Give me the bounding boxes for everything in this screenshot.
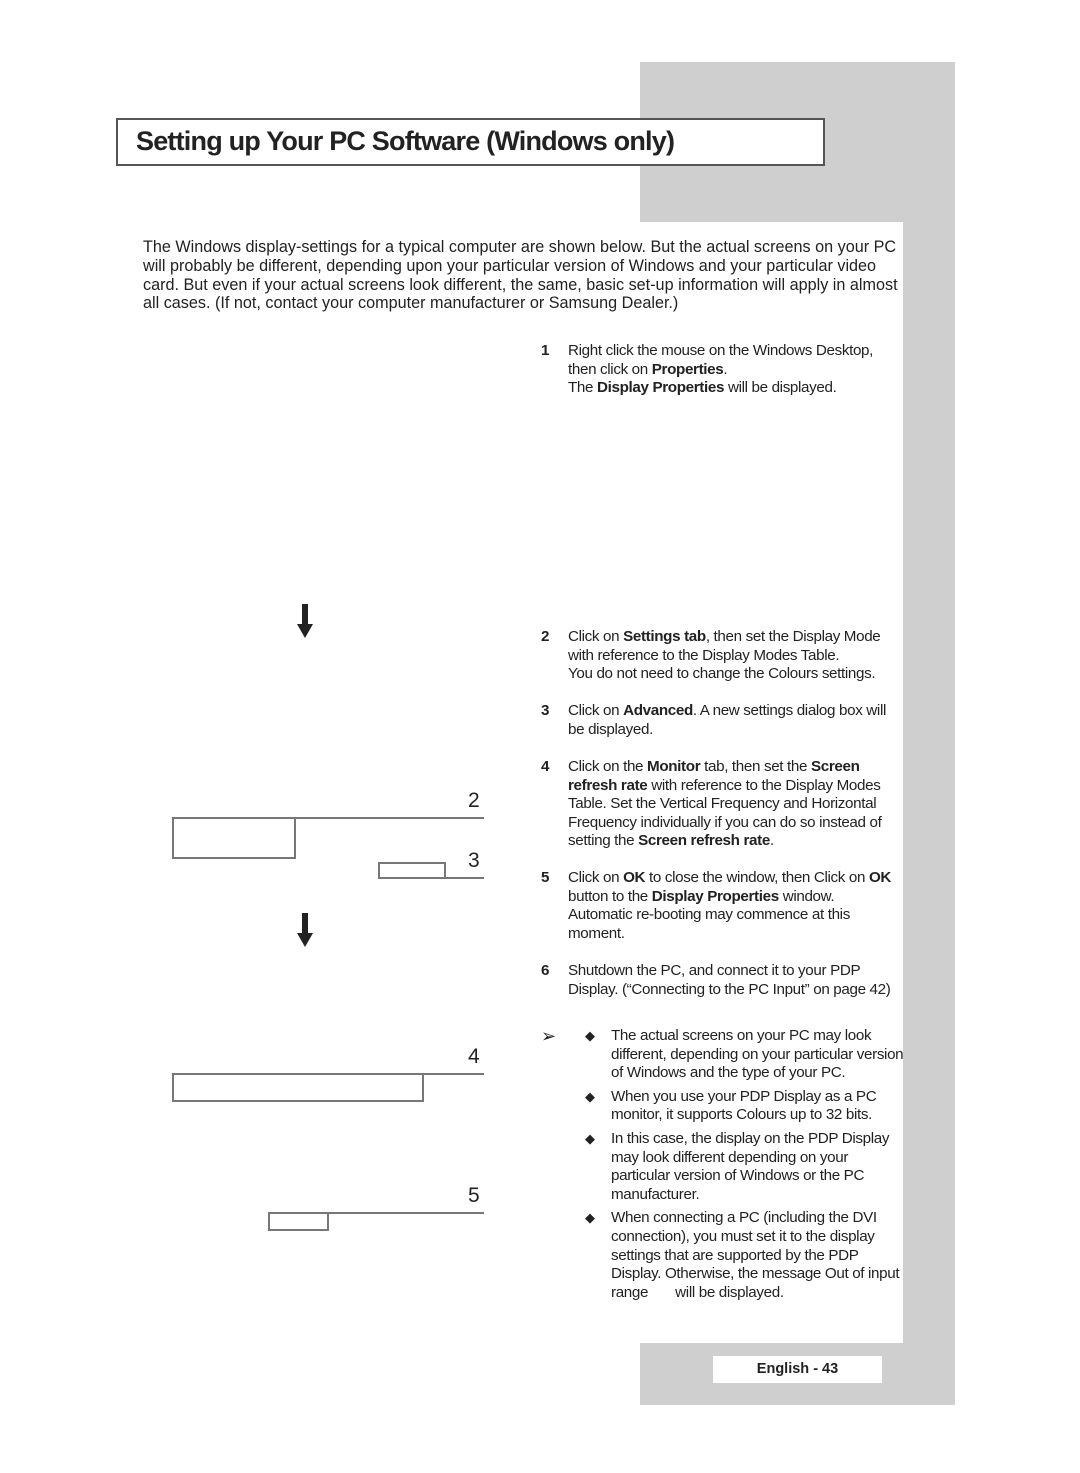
text: The <box>568 379 597 397</box>
text: Click on the <box>568 758 648 775</box>
bold-text: Screen refresh rate <box>638 832 770 850</box>
step-number: 6 <box>541 962 550 979</box>
step-3: 3 Click on Advanced. A new settings dial… <box>541 702 901 739</box>
text: . <box>723 360 728 378</box>
step-5: 5 Click on OK to close the window, then … <box>541 869 901 943</box>
callout-line <box>422 1073 484 1075</box>
page-title: Setting up Your PC Software (Windows onl… <box>136 126 675 156</box>
note-text: When connecting a PC (including the DVI … <box>611 1209 904 1301</box>
text: Shutdown the PC, and connect it to your … <box>568 962 891 998</box>
bold-text: OK <box>868 869 892 886</box>
note-item: ◆ The actual screens on your PC may look … <box>585 1027 906 1083</box>
step-4: 4 Click on the Monitor tab, then set the… <box>541 758 901 851</box>
text: Click on <box>568 702 624 719</box>
bold-text: Settings tab <box>623 628 706 645</box>
step-number: 3 <box>541 702 550 719</box>
callout-line <box>327 1212 484 1214</box>
callout-box <box>172 817 296 859</box>
callout-number: 2 <box>468 789 480 812</box>
title-box: Setting up Your PC Software (Windows onl… <box>116 118 825 166</box>
text: Click on <box>568 628 624 645</box>
bold-text: Monitor <box>647 758 701 775</box>
notes-section: ➢ ◆ The actual screens on your PC may loo… <box>541 1027 906 1307</box>
note-text: In this case, the display on the PDP Dis… <box>611 1129 890 1203</box>
text: tab, then set the <box>700 758 811 775</box>
step-2: 2 Click on Settings tab, then set the Di… <box>541 628 901 684</box>
bold-text: Advanced <box>623 702 693 719</box>
step-number: 4 <box>541 758 550 775</box>
step-number: 5 <box>541 869 550 886</box>
note-item: ◆ When you use your PDP Display as a PC m… <box>585 1087 906 1125</box>
note-arrow-icon: ➢ <box>541 1026 556 1046</box>
step-1: 1 Right click the mouse on the Windows D… <box>541 342 901 398</box>
note-text: The actual screens on your PC may look d… <box>611 1027 904 1082</box>
callout-line <box>294 817 484 819</box>
diamond-bullet-icon: ◆ <box>585 1088 595 1104</box>
bold-text: Display Properties <box>597 379 725 397</box>
text: will be displayed. <box>724 379 837 397</box>
callout-box <box>268 1212 329 1231</box>
callout-line <box>445 877 484 879</box>
callout-number: 5 <box>468 1184 480 1207</box>
step-number: 2 <box>541 628 550 645</box>
text: button to the <box>568 887 652 905</box>
text: You do not need to change the Colours se… <box>568 665 876 683</box>
callout-box <box>172 1073 424 1102</box>
bold-text: Display Properties <box>651 887 779 905</box>
bold-text: OK <box>623 869 646 886</box>
note-item: ◆ When connecting a PC (including the DVI… <box>585 1209 906 1302</box>
step-6: 6 Shutdown the PC, and connect it to you… <box>541 962 901 999</box>
diamond-bullet-icon: ◆ <box>585 1210 595 1226</box>
note-text: When you use your PDP Display as a PC mo… <box>611 1087 877 1124</box>
callout-number: 4 <box>468 1045 480 1068</box>
bold-text: Properties <box>651 360 724 378</box>
step-number: 1 <box>541 342 550 359</box>
text: Click on <box>568 869 624 886</box>
page-number: English - 43 <box>713 1356 882 1383</box>
note-item: ◆ In this case, the display on the PDP Di… <box>585 1129 906 1204</box>
intro-paragraph: The Windows display-settings for a typic… <box>143 238 898 313</box>
diamond-bullet-icon: ◆ <box>585 1028 595 1043</box>
text: . <box>769 832 774 850</box>
diamond-bullet-icon: ◆ <box>585 1130 595 1146</box>
callout-number: 3 <box>468 849 480 872</box>
text: to close the window, then Click on <box>645 869 869 886</box>
callout-box <box>378 862 446 879</box>
